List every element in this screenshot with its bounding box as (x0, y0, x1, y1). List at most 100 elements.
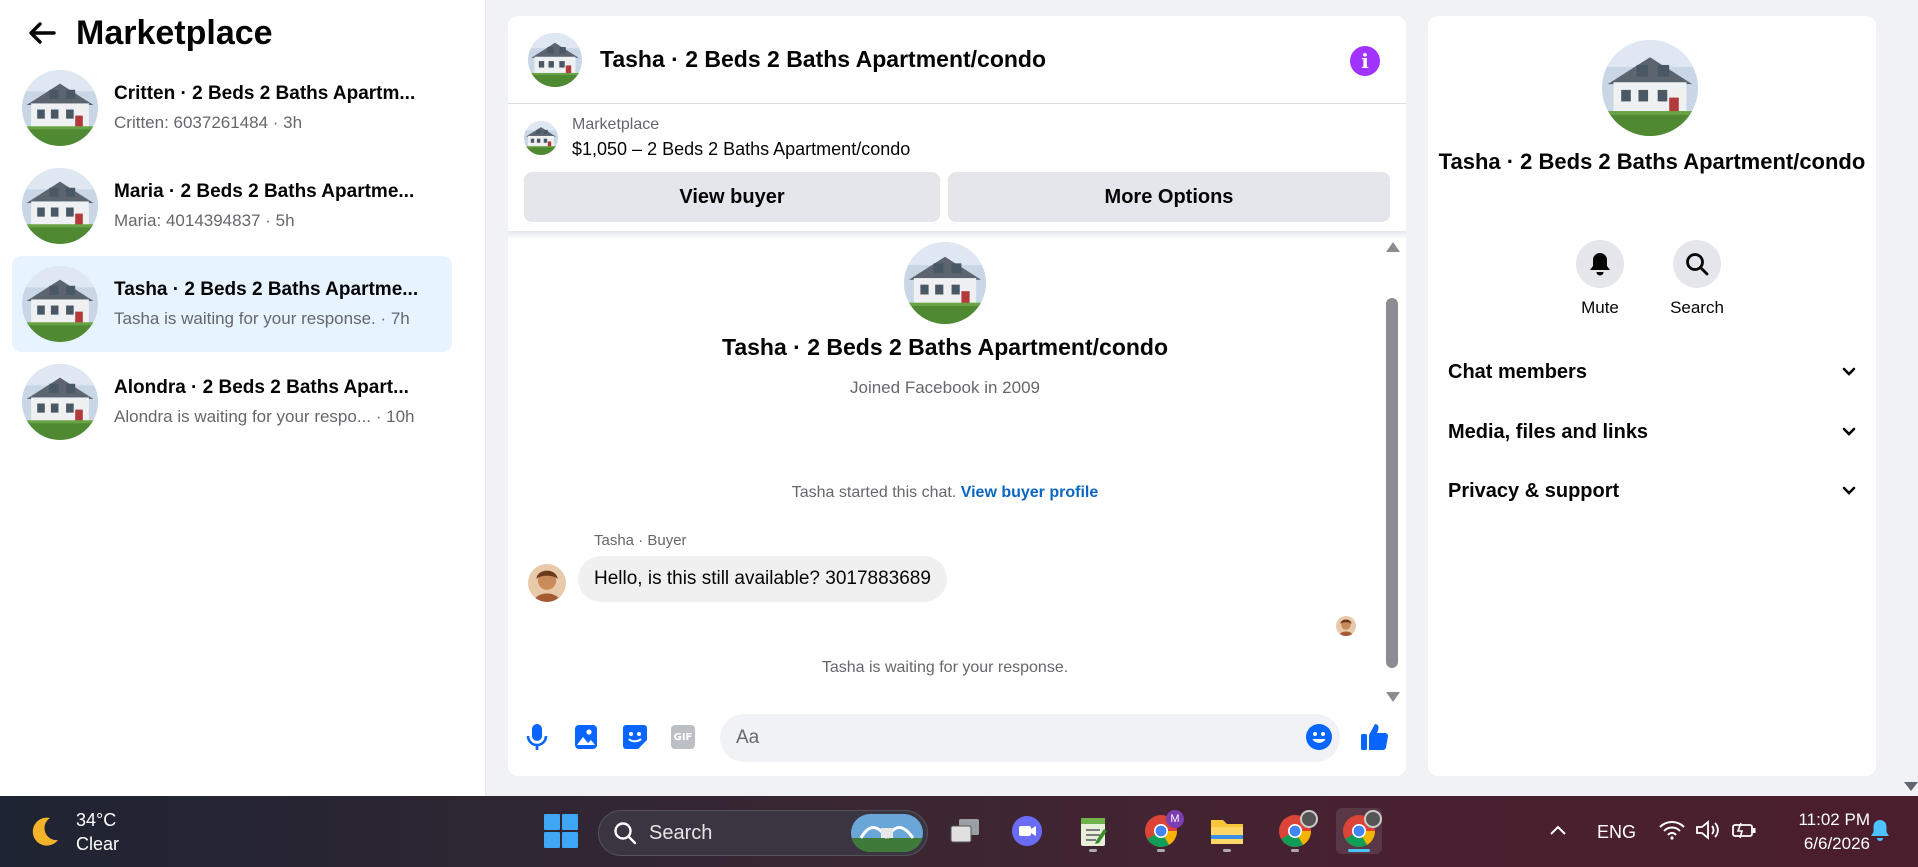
chevron-down-icon (1842, 486, 1856, 495)
conversation-preview: Tasha is waiting for your response. · 7h (114, 309, 410, 328)
view-buyer-profile-link[interactable]: View buyer profile (961, 484, 1099, 501)
listing-thumbnail (22, 364, 98, 440)
battery-icon[interactable] (1730, 816, 1758, 844)
photo-icon[interactable] (571, 722, 601, 752)
conversation-preview: Critten: 6037261484 · 3h (114, 113, 303, 132)
divider (508, 231, 1406, 239)
message-input[interactable] (720, 714, 1340, 762)
microphone-icon[interactable] (522, 722, 552, 752)
view-buyer-button[interactable]: View buyer (524, 172, 940, 222)
sticker-icon[interactable] (620, 722, 650, 752)
running-indicator (1157, 849, 1165, 852)
back-arrow-icon[interactable] (26, 17, 58, 49)
task-view-icon (950, 819, 979, 843)
message-bubble[interactable]: Hello, is this still available? 30178836… (578, 556, 947, 602)
taskbar-app-chrome-2[interactable] (1272, 808, 1318, 854)
sender-avatar[interactable] (528, 564, 566, 602)
chat-title[interactable]: Tasha · 2 Beds 2 Baths Apartment/condo (600, 46, 1046, 73)
bell-icon[interactable] (1576, 240, 1624, 288)
conversation-item-maria[interactable]: Maria · 2 Beds 2 Baths Apartme... Maria:… (12, 158, 452, 254)
scrollbar-thumb[interactable] (1386, 298, 1398, 668)
joined-date: Joined Facebook in 2009 (850, 378, 1040, 397)
conversation-sidebar: Marketplace Critten · 2 Beds 2 Baths Apa… (0, 0, 486, 796)
page-scroll-down-arrow-icon[interactable] (1904, 782, 1918, 791)
clock-time: 11:02 PM (1798, 810, 1870, 829)
chat-members-section[interactable]: Chat members (1448, 352, 1856, 392)
sidebar-title: Marketplace (76, 13, 273, 52)
mute-button[interactable]: Mute (1560, 240, 1640, 318)
chevron-down-icon (1842, 427, 1856, 436)
started-text: Tasha started this chat. (791, 484, 957, 501)
search-highlight-image (851, 814, 923, 852)
info-icon[interactable]: i (1350, 46, 1380, 76)
mute-label: Mute (1581, 298, 1619, 317)
scroll-up-arrow-icon[interactable] (1386, 242, 1400, 252)
taskbar-app-chrome-active[interactable] (1336, 808, 1382, 854)
start-button[interactable] (538, 808, 584, 854)
buyer-profile-name: Tasha · 2 Beds 2 Baths Apartment/condo (721, 334, 1169, 360)
chat-header-avatar[interactable] (528, 33, 582, 87)
system-clock[interactable]: 11:02 PM 6/6/2026 (1770, 808, 1870, 856)
search-in-conversation-button[interactable]: Search (1657, 240, 1737, 318)
media-files-links-section[interactable]: Media, files and links (1448, 412, 1856, 452)
sidebar-header: Marketplace (0, 0, 485, 66)
search-icon[interactable] (1673, 240, 1721, 288)
search-label: Search (1670, 298, 1724, 317)
notification-bell-icon[interactable] (1866, 816, 1894, 844)
weather-widget[interactable]: 34°C Clear (26, 808, 119, 856)
info-panel-name: Tasha · 2 Beds 2 Baths Apartment/condo (1438, 149, 1866, 174)
scroll-down-arrow-icon[interactable] (1386, 692, 1400, 702)
taskbar-app-notepad[interactable] (1070, 808, 1116, 854)
conversation-preview: Alondra is waiting for your respo... · 1… (114, 407, 415, 426)
chevron-up-icon[interactable] (1544, 816, 1572, 844)
waiting-notice: Tasha is waiting for your response. (821, 659, 1069, 676)
gif-icon[interactable]: GIF (668, 722, 698, 752)
active-indicator (1348, 849, 1370, 852)
windows-taskbar: 34°C Clear Search M ENG 11:02 PM 6/6/202… (0, 796, 1918, 867)
conversation-item-tasha[interactable]: Tasha · 2 Beds 2 Baths Apartme... Tasha … (12, 256, 452, 352)
conversation-name: Alondra · 2 Beds 2 Baths Apart... (114, 377, 409, 398)
more-options-button[interactable]: More Options (948, 172, 1390, 222)
video-chat-icon (1012, 816, 1042, 846)
taskbar-app-file-explorer[interactable] (1204, 808, 1250, 854)
chat-started-notice: Tasha started this chat. View buyer prof… (508, 484, 1382, 502)
conversation-item-alondra[interactable]: Alondra · 2 Beds 2 Baths Apart... Alondr… (12, 354, 452, 450)
section-label: Chat members (1448, 360, 1587, 383)
buyer-profile-avatar[interactable] (904, 242, 986, 324)
chat-header: Tasha · 2 Beds 2 Baths Apartment/condo i (508, 16, 1406, 104)
taskbar-app-chrome-m[interactable]: M (1138, 808, 1184, 854)
taskbar-search-label: Search (649, 821, 713, 844)
listing-thumbnail (22, 168, 98, 244)
seen-receipt-avatar (1336, 616, 1356, 636)
taskbar-app-meet[interactable] (1004, 808, 1050, 854)
weather-temperature: 34°C (76, 810, 117, 830)
task-view-button[interactable] (942, 808, 988, 854)
wifi-icon[interactable] (1658, 816, 1686, 844)
thumbs-up-icon[interactable] (1360, 722, 1390, 752)
running-indicator (1223, 849, 1231, 852)
windows-logo-icon (544, 814, 578, 848)
listing-thumbnail (22, 266, 98, 342)
profile-badge: M (1166, 810, 1184, 828)
message-composer: GIF (508, 706, 1406, 772)
listing-thumbnail (524, 121, 558, 155)
conversation-item-critten[interactable]: Critten · 2 Beds 2 Baths Apartm... Critt… (12, 60, 452, 156)
privacy-support-section[interactable]: Privacy & support (1448, 471, 1856, 511)
moon-icon (32, 817, 58, 846)
volume-icon[interactable] (1694, 816, 1722, 844)
folder-icon (1211, 820, 1243, 844)
section-label: Privacy & support (1448, 479, 1620, 502)
gif-label: GIF (673, 731, 693, 743)
conversation-name: Maria · 2 Beds 2 Baths Apartme... (114, 181, 415, 202)
profile-avatar-icon (1300, 810, 1318, 828)
language-indicator[interactable]: ENG (1597, 822, 1636, 843)
chevron-down-icon (1842, 367, 1856, 376)
emoji-icon[interactable] (1304, 722, 1334, 752)
taskbar-search[interactable]: Search (598, 810, 928, 856)
notepad-icon (1081, 818, 1107, 846)
running-indicator (1089, 849, 1097, 852)
marketplace-listing[interactable]: Marketplace $1,050 – 2 Beds 2 Baths Apar… (524, 116, 910, 160)
chat-scrollbar[interactable] (1384, 242, 1400, 702)
info-panel-avatar[interactable] (1602, 40, 1698, 136)
running-indicator (1291, 849, 1299, 852)
